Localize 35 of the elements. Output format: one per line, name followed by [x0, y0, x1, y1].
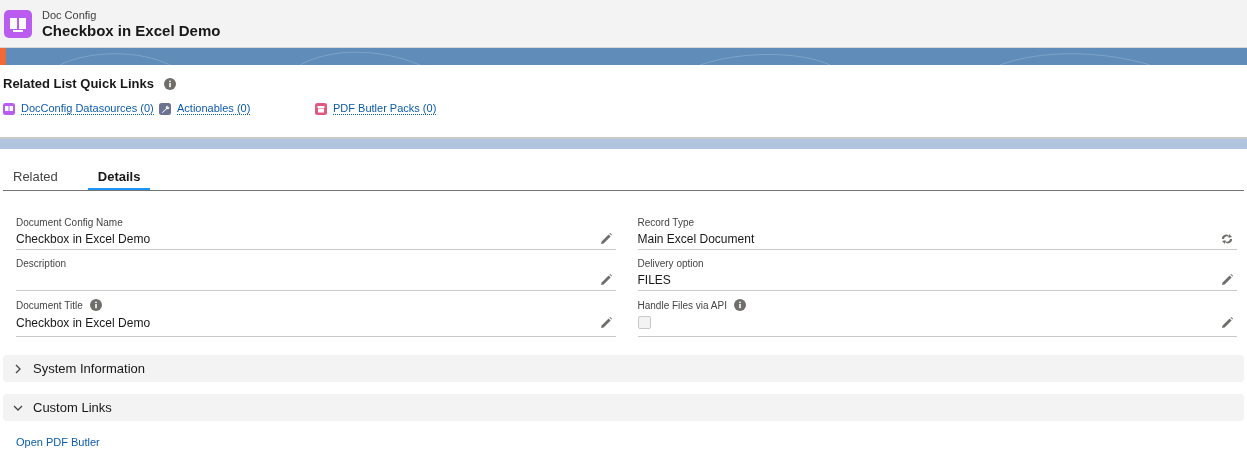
field-label: Handle Files via API: [637, 299, 727, 311]
object-type-label: Doc Config: [42, 8, 98, 21]
pencil-icon: [1221, 316, 1233, 329]
quick-link[interactable]: Actionables (0): [177, 102, 251, 115]
field-label: Delivery option: [637, 258, 704, 269]
quick-link[interactable]: PDF Butler Packs (0): [333, 102, 437, 115]
tab[interactable]: Details: [87, 159, 151, 190]
field-label: Document Config Name: [16, 217, 123, 228]
quick-link[interactable]: DocConfig Datasources (0): [21, 102, 154, 115]
field-value: Checkbox in Excel Demo: [16, 315, 151, 330]
pencil-icon: [1221, 274, 1233, 286]
pencil-icon: [599, 274, 612, 286]
box-icon: [315, 102, 327, 115]
pencil-icon: [599, 233, 612, 245]
book-icon: [4, 9, 32, 38]
field-value: Main Excel Document: [637, 232, 755, 246]
field-label: Document Title: [16, 299, 83, 311]
field-value: Checkbox in Excel Demo: [16, 232, 151, 246]
section-title: Custom Links: [33, 400, 112, 415]
section-title: Related List Quick Links: [3, 76, 154, 91]
field-label: Record Type: [637, 217, 694, 228]
pencil-icon: [599, 316, 612, 329]
custom-link[interactable]: Open PDF Butler: [16, 436, 100, 448]
record-title: Checkbox in Excel Demo: [42, 21, 221, 39]
wrench-icon: [159, 102, 171, 115]
section-title: System Information: [33, 361, 145, 376]
chevron-right-icon: [13, 363, 23, 374]
checkbox[interactable]: [637, 316, 651, 329]
field-label: Description: [16, 258, 67, 269]
field-value: FILES: [637, 273, 671, 287]
section-header[interactable]: Custom Links: [3, 394, 1244, 421]
swap-icon: [1221, 233, 1233, 245]
book-icon: [3, 102, 15, 115]
section-header[interactable]: System Information: [3, 355, 1244, 382]
tab[interactable]: Related: [3, 159, 68, 190]
